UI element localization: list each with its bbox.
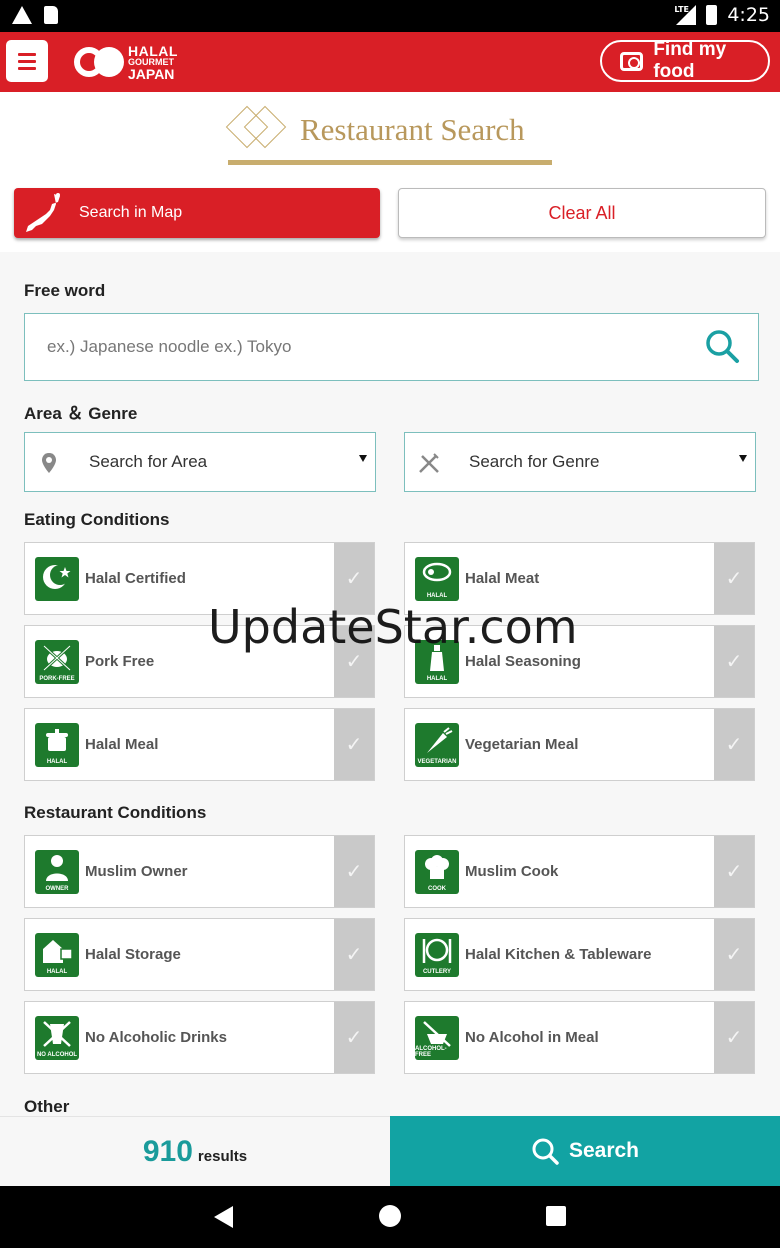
restaurant-conditions-label: Restaurant Conditions: [24, 803, 207, 822]
condition-halal-seasoning[interactable]: HALAL Halal Seasoning ✓: [404, 625, 755, 698]
dropdown-arrow-icon: [739, 455, 747, 462]
sd-card-icon: [44, 6, 58, 24]
page-title: Restaurant Search: [300, 112, 525, 147]
checkbox-checkmark-icon[interactable]: ✓: [334, 1002, 374, 1073]
checkbox-checkmark-icon[interactable]: ✓: [714, 836, 754, 907]
clear-all-button[interactable]: Clear All: [398, 188, 766, 238]
free-word-placeholder: ex.) Japanese noodle ex.) Tokyo: [47, 337, 292, 356]
condition-muslim-owner[interactable]: OWNER Muslim Owner ✓: [24, 835, 375, 908]
no-drink-icon: NO ALCOHOL: [35, 1016, 79, 1060]
condition-no-alcohol-in-meal[interactable]: ALCOHOL-FREE No Alcohol in Meal ✓: [404, 1001, 755, 1074]
genre-select[interactable]: Search for Genre: [404, 432, 756, 492]
checkbox-checkmark-icon[interactable]: ✓: [334, 919, 374, 990]
logo-circles-icon: [74, 47, 126, 77]
app-logo[interactable]: HALAL GOURMET JAPAN: [74, 40, 178, 84]
cutlery-icon: CUTLERY: [415, 933, 459, 977]
page-title-block: Restaurant Search: [225, 105, 554, 170]
warning-icon: [12, 6, 32, 24]
condition-halal-certified[interactable]: Halal Certified ✓: [24, 542, 375, 615]
person-icon: OWNER: [35, 850, 79, 894]
condition-halal-kitchen-tableware[interactable]: CUTLERY Halal Kitchen & Tableware ✓: [404, 918, 755, 991]
area-genre-label: Area ＆ Genre: [24, 404, 138, 423]
pig-crossed-icon: PORK-FREE: [35, 640, 79, 684]
condition-halal-meat[interactable]: HALAL Halal Meat ✓: [404, 542, 755, 615]
find-my-food-button[interactable]: Find my food: [600, 39, 770, 82]
checkbox-checkmark-icon[interactable]: ✓: [334, 543, 374, 614]
checkbox-checkmark-icon[interactable]: ✓: [334, 709, 374, 780]
recent-apps-icon[interactable]: [546, 1206, 566, 1226]
search-icon: [532, 1138, 559, 1165]
status-bar: LTE 4:25: [0, 0, 780, 32]
battery-icon: [706, 5, 718, 25]
condition-no-alcoholic-drinks[interactable]: NO ALCOHOL No Alcoholic Drinks ✓: [24, 1001, 375, 1074]
condition-vegetarian-meal[interactable]: VEGETARIAN Vegetarian Meal ✓: [404, 708, 755, 781]
free-word-input[interactable]: ex.) Japanese noodle ex.) Tokyo: [24, 313, 759, 381]
japan-map-icon: [26, 193, 60, 232]
hamburger-icon: [18, 52, 36, 56]
pot-icon: HALAL: [35, 723, 79, 767]
camera-icon: [620, 51, 644, 71]
bottom-action-bar: 910 results Search: [0, 1116, 780, 1186]
menu-button[interactable]: [6, 40, 48, 82]
network-type: LTE: [674, 5, 690, 14]
title-underline: [228, 160, 552, 165]
eating-conditions-label: Eating Conditions: [24, 510, 170, 529]
results-count-panel: 910 results: [0, 1116, 390, 1186]
no-alcohol-meal-icon: ALCOHOL-FREE: [415, 1016, 459, 1060]
area-select[interactable]: Search for Area: [24, 432, 376, 492]
checkbox-checkmark-icon[interactable]: ✓: [714, 626, 754, 697]
search-button[interactable]: Search: [390, 1116, 780, 1186]
condition-muslim-cook[interactable]: COOK Muslim Cook ✓: [404, 835, 755, 908]
condition-halal-storage[interactable]: HALAL Halal Storage ✓: [24, 918, 375, 991]
checkbox-checkmark-icon[interactable]: ✓: [714, 709, 754, 780]
search-header: Restaurant Search Search in Map Clear Al…: [0, 92, 780, 252]
checkbox-checkmark-icon[interactable]: ✓: [714, 543, 754, 614]
search-in-map-button[interactable]: Search in Map: [14, 188, 380, 238]
system-nav-bar: [0, 1186, 780, 1248]
results-unit: results: [197, 1148, 248, 1165]
home-icon[interactable]: [379, 1205, 401, 1227]
condition-pork-free[interactable]: PORK-FREE Pork Free ✓: [24, 625, 375, 698]
storage-icon: HALAL: [35, 933, 79, 977]
dropdown-arrow-icon: [359, 455, 367, 462]
search-icon[interactable]: [704, 328, 740, 364]
location-pin-icon: [42, 453, 56, 473]
fork-knife-icon: [419, 453, 439, 473]
other-label: Other: [24, 1097, 70, 1116]
checkbox-checkmark-icon[interactable]: ✓: [714, 1002, 754, 1073]
checkbox-checkmark-icon[interactable]: ✓: [334, 626, 374, 697]
free-word-label: Free word: [24, 281, 106, 300]
crescent-icon: [35, 557, 79, 601]
meat-icon: HALAL: [415, 557, 459, 601]
checkbox-checkmark-icon[interactable]: ✓: [334, 836, 374, 907]
chef-hat-icon: COOK: [415, 850, 459, 894]
results-count: 910: [142, 1134, 193, 1168]
seasoning-bottle-icon: HALAL: [415, 640, 459, 684]
signal-icon: LTE: [674, 5, 697, 25]
carrot-icon: VEGETARIAN: [415, 723, 459, 767]
condition-halal-meal[interactable]: HALAL Halal Meal ✓: [24, 708, 375, 781]
logo-text: HALAL GOURMET JAPAN: [128, 42, 178, 82]
back-icon[interactable]: [214, 1206, 233, 1228]
checkbox-checkmark-icon[interactable]: ✓: [714, 919, 754, 990]
clock: 4:25: [727, 4, 770, 26]
app-header: HALAL GOURMET JAPAN Find my food: [0, 32, 780, 92]
